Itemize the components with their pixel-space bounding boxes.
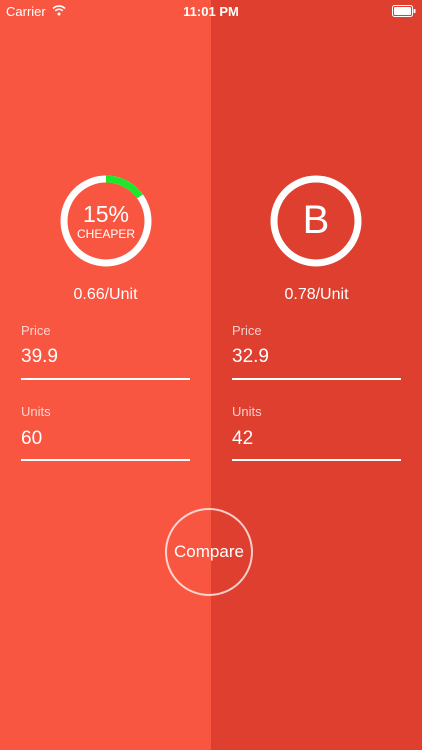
item-b-price-input[interactable]: 32.9 (232, 346, 269, 368)
item-a-units-input[interactable]: 60 (21, 428, 42, 450)
item-b-units-input[interactable]: 42 (232, 428, 253, 450)
right-panel (211, 0, 422, 750)
item-a-price-underline (21, 378, 190, 380)
savings-percent: 15% (82, 201, 130, 227)
item-b-unit-price: 0.78/Unit (284, 286, 349, 303)
item-b-units-underline (232, 459, 401, 461)
clock: 11:01 PM (183, 4, 239, 19)
savings-ring: 15% CHEAPER (59, 174, 153, 268)
left-panel (0, 0, 211, 750)
item-a-unit-price: 0.66/Unit (73, 286, 138, 303)
status-bar: Carrier 11:01 PM (0, 0, 422, 22)
item-b-ring: B (269, 174, 363, 268)
savings-label: CHEAPER (76, 227, 135, 241)
battery-icon (392, 5, 416, 17)
item-b-units-label: Units (232, 404, 262, 419)
item-b-price-underline (232, 378, 401, 380)
compare-button[interactable]: Compare (165, 508, 253, 596)
item-a-price-label: Price (21, 323, 51, 338)
item-a-units-label: Units (21, 404, 51, 419)
item-a-units-underline (21, 459, 190, 461)
item-b-letter: B (302, 198, 330, 242)
item-a-price-input[interactable]: 39.9 (21, 346, 58, 368)
item-b-price-label: Price (232, 323, 262, 338)
